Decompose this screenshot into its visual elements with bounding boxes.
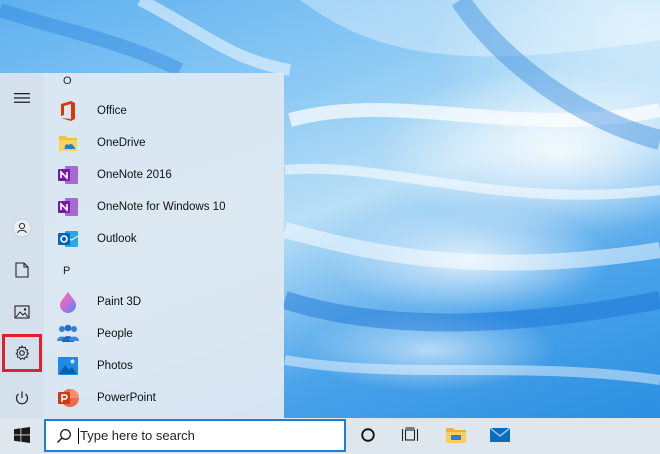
- app-item-office[interactable]: Office: [44, 95, 284, 127]
- task-view-icon: [401, 426, 419, 446]
- pictures-icon: [14, 305, 30, 319]
- documents-button[interactable]: [0, 254, 44, 286]
- mail-button[interactable]: [480, 418, 520, 454]
- app-label: People: [97, 328, 133, 340]
- app-list: O Office OneDrive OneNote 2016 OneNote f…: [44, 73, 284, 418]
- file-explorer-button[interactable]: [436, 418, 476, 454]
- app-item-powerpoint[interactable]: PowerPoint: [44, 382, 284, 414]
- app-item-people[interactable]: People: [44, 318, 284, 350]
- app-label: Office: [97, 105, 127, 117]
- photos-icon: [56, 354, 80, 378]
- app-item-photos[interactable]: Photos: [44, 350, 284, 382]
- app-label: OneNote for Windows 10: [97, 201, 226, 213]
- app-label: Paint 3D: [97, 296, 142, 308]
- start-menu: O Office OneDrive OneNote 2016 OneNote f…: [0, 73, 284, 418]
- app-label: PowerPoint: [97, 392, 156, 404]
- people-icon: [56, 322, 80, 346]
- app-label: OneNote 2016: [97, 169, 172, 181]
- cortana-button[interactable]: [348, 418, 388, 454]
- task-view-button[interactable]: [390, 418, 430, 454]
- settings-icon: [14, 345, 30, 361]
- app-label: Outlook: [97, 233, 137, 245]
- app-item-outlook[interactable]: Outlook: [44, 223, 284, 255]
- pictures-button[interactable]: [0, 296, 44, 328]
- hamburger-menu-icon: [14, 92, 30, 104]
- office-icon: [56, 99, 80, 123]
- app-item-paint-3d[interactable]: Paint 3D: [44, 286, 284, 318]
- outlook-icon: [56, 227, 80, 251]
- taskbar: [0, 418, 660, 454]
- power-icon: [14, 390, 30, 406]
- start-button[interactable]: [0, 418, 44, 454]
- mail-icon: [489, 426, 511, 447]
- file-explorer-icon: [445, 426, 467, 447]
- onenote-icon: [56, 195, 80, 219]
- user-icon: [12, 218, 32, 238]
- app-label: OneDrive: [97, 137, 146, 149]
- app-item-onenote-windows-10[interactable]: OneNote for Windows 10: [44, 191, 284, 223]
- taskbar-search-box[interactable]: [44, 419, 346, 452]
- start-left-rail: [0, 73, 44, 418]
- windows-logo-icon: [14, 426, 30, 446]
- onedrive-icon: [56, 131, 80, 155]
- cortana-icon: [360, 427, 376, 446]
- section-letter-p[interactable]: P: [63, 265, 70, 277]
- section-letter-o[interactable]: O: [63, 75, 72, 87]
- user-account-button[interactable]: [0, 212, 44, 244]
- onenote-icon: [56, 163, 80, 187]
- search-icon: [56, 428, 72, 444]
- settings-button[interactable]: [0, 337, 44, 369]
- power-button[interactable]: [0, 382, 44, 414]
- expand-menu-button[interactable]: [0, 82, 44, 114]
- powerpoint-icon: [56, 386, 80, 410]
- app-label: Photos: [97, 360, 133, 372]
- search-input[interactable]: [80, 428, 330, 443]
- app-item-onenote-2016[interactable]: OneNote 2016: [44, 159, 284, 191]
- document-icon: [15, 262, 29, 278]
- text-caret: [78, 427, 79, 444]
- paint3d-icon: [56, 290, 80, 314]
- app-item-onedrive[interactable]: OneDrive: [44, 127, 284, 159]
